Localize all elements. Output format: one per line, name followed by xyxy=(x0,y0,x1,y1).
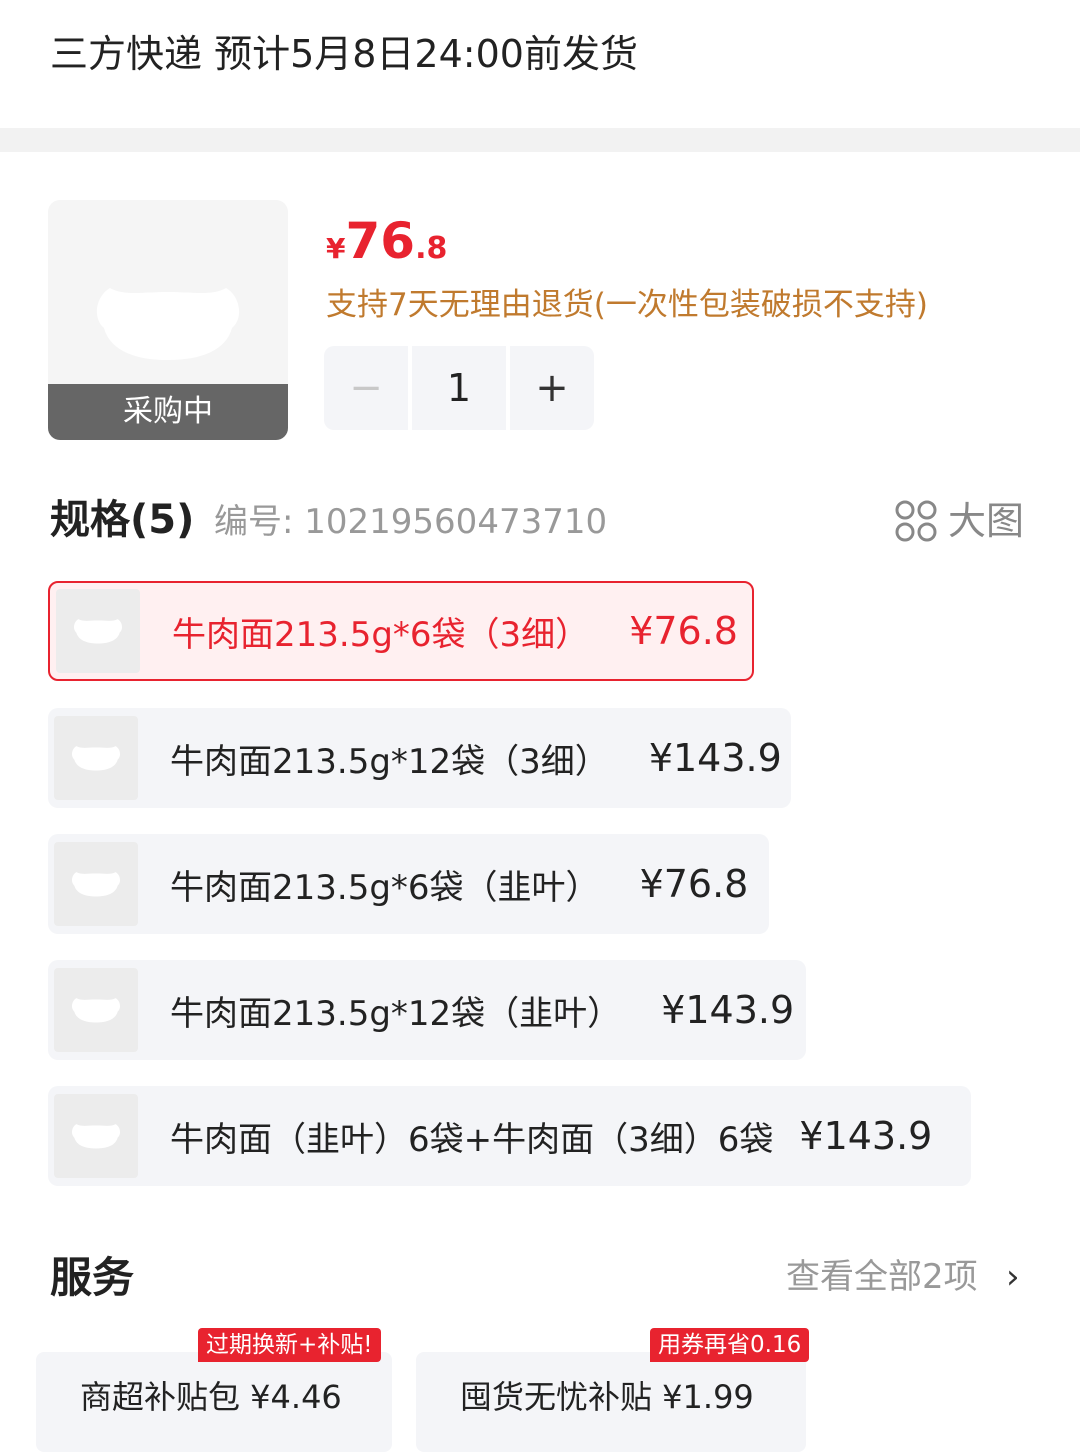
decrease-quantity-button[interactable]: − xyxy=(324,346,408,430)
quantity-stepper: − 1 + xyxy=(324,346,594,430)
product-thumbnail[interactable]: 采购中 xyxy=(48,200,288,440)
spec-option[interactable]: 牛肉面213.5g*12袋（韭叶） ¥143.9 xyxy=(48,960,806,1060)
price-currency: ¥ xyxy=(326,232,346,265)
spec-option-thumbnail xyxy=(56,589,140,673)
services-title: 服务 xyxy=(50,1253,135,1302)
increase-quantity-button[interactable]: + xyxy=(510,346,594,430)
service-promo-tag: 过期换新+补贴! xyxy=(198,1328,381,1362)
product-placeholder-icon xyxy=(71,872,121,897)
price-decimal: .8 xyxy=(415,231,448,266)
spec-option-name: 牛肉面213.5g*6袋（3细） xyxy=(172,614,590,655)
grid-view-icon xyxy=(895,500,937,542)
spec-option-name: 牛肉面213.5g*12袋（3细） xyxy=(170,741,609,782)
spec-option-thumbnail xyxy=(54,716,138,800)
service-card-label: 商超补贴包 ¥4.46 xyxy=(80,1378,342,1416)
section-divider xyxy=(0,128,1080,152)
spec-option-name: 牛肉面213.5g*6袋（韭叶） xyxy=(170,867,600,908)
chevron-right-icon[interactable]: › xyxy=(1006,1254,1020,1300)
service-coupon-tag: 用券再省0.16 xyxy=(650,1328,810,1362)
product-placeholder-icon xyxy=(71,998,121,1023)
spec-option[interactable]: 牛肉面（韭叶）6袋+牛肉面（3细）6袋 ¥143.9 xyxy=(48,1086,971,1186)
product-placeholder-icon xyxy=(73,619,123,644)
product-placeholder-icon xyxy=(71,1124,121,1149)
spec-option-thumbnail xyxy=(54,968,138,1052)
return-policy-note: 支持7天无理由退货(一次性包装破损不支持) xyxy=(326,287,928,323)
big-image-label: 大图 xyxy=(948,499,1025,543)
spec-option[interactable]: 牛肉面213.5g*6袋（韭叶） ¥76.8 xyxy=(48,834,769,934)
spec-option-price: ¥76.8 xyxy=(629,609,738,653)
spec-option-price: ¥143.9 xyxy=(799,1114,933,1158)
quantity-input[interactable]: 1 xyxy=(412,346,506,430)
product-price: ¥76.8 xyxy=(326,212,447,270)
spec-option[interactable]: 牛肉面213.5g*6袋（3细） ¥76.8 xyxy=(48,581,754,681)
spec-option[interactable]: 牛肉面213.5g*12袋（3细） ¥143.9 xyxy=(48,708,791,808)
view-all-services-link[interactable]: 查看全部2项 xyxy=(786,1254,978,1300)
big-image-toggle[interactable]: 大图 xyxy=(894,496,1024,546)
spec-option-price: ¥143.9 xyxy=(661,988,795,1032)
service-card-stock-subsidy[interactable]: 囤货无忧补贴 ¥1.99 xyxy=(416,1352,806,1452)
spec-option-name: 牛肉面213.5g*12袋（韭叶） xyxy=(170,993,622,1034)
shipping-estimate: 三方快递 预计5月8日24:00前发货 xyxy=(50,32,638,76)
spec-option-name: 牛肉面（韭叶）6袋+牛肉面（3细）6袋 xyxy=(170,1119,774,1160)
spec-option-thumbnail xyxy=(54,1094,138,1178)
spec-option-thumbnail xyxy=(54,842,138,926)
spec-title: 规格(5) xyxy=(50,497,195,543)
product-code: 编号: 10219560473710 xyxy=(214,502,608,542)
service-card-supermarket-subsidy[interactable]: 商超补贴包 ¥4.46 xyxy=(36,1352,392,1452)
spec-option-price: ¥76.8 xyxy=(639,862,749,906)
product-placeholder-icon xyxy=(96,288,240,360)
purchase-status-label: 采购中 xyxy=(48,384,288,440)
service-card-label: 囤货无忧补贴 ¥1.99 xyxy=(460,1378,754,1416)
product-placeholder-icon xyxy=(71,746,121,771)
spec-option-price: ¥143.9 xyxy=(648,736,782,780)
price-integer: 76 xyxy=(345,212,416,270)
